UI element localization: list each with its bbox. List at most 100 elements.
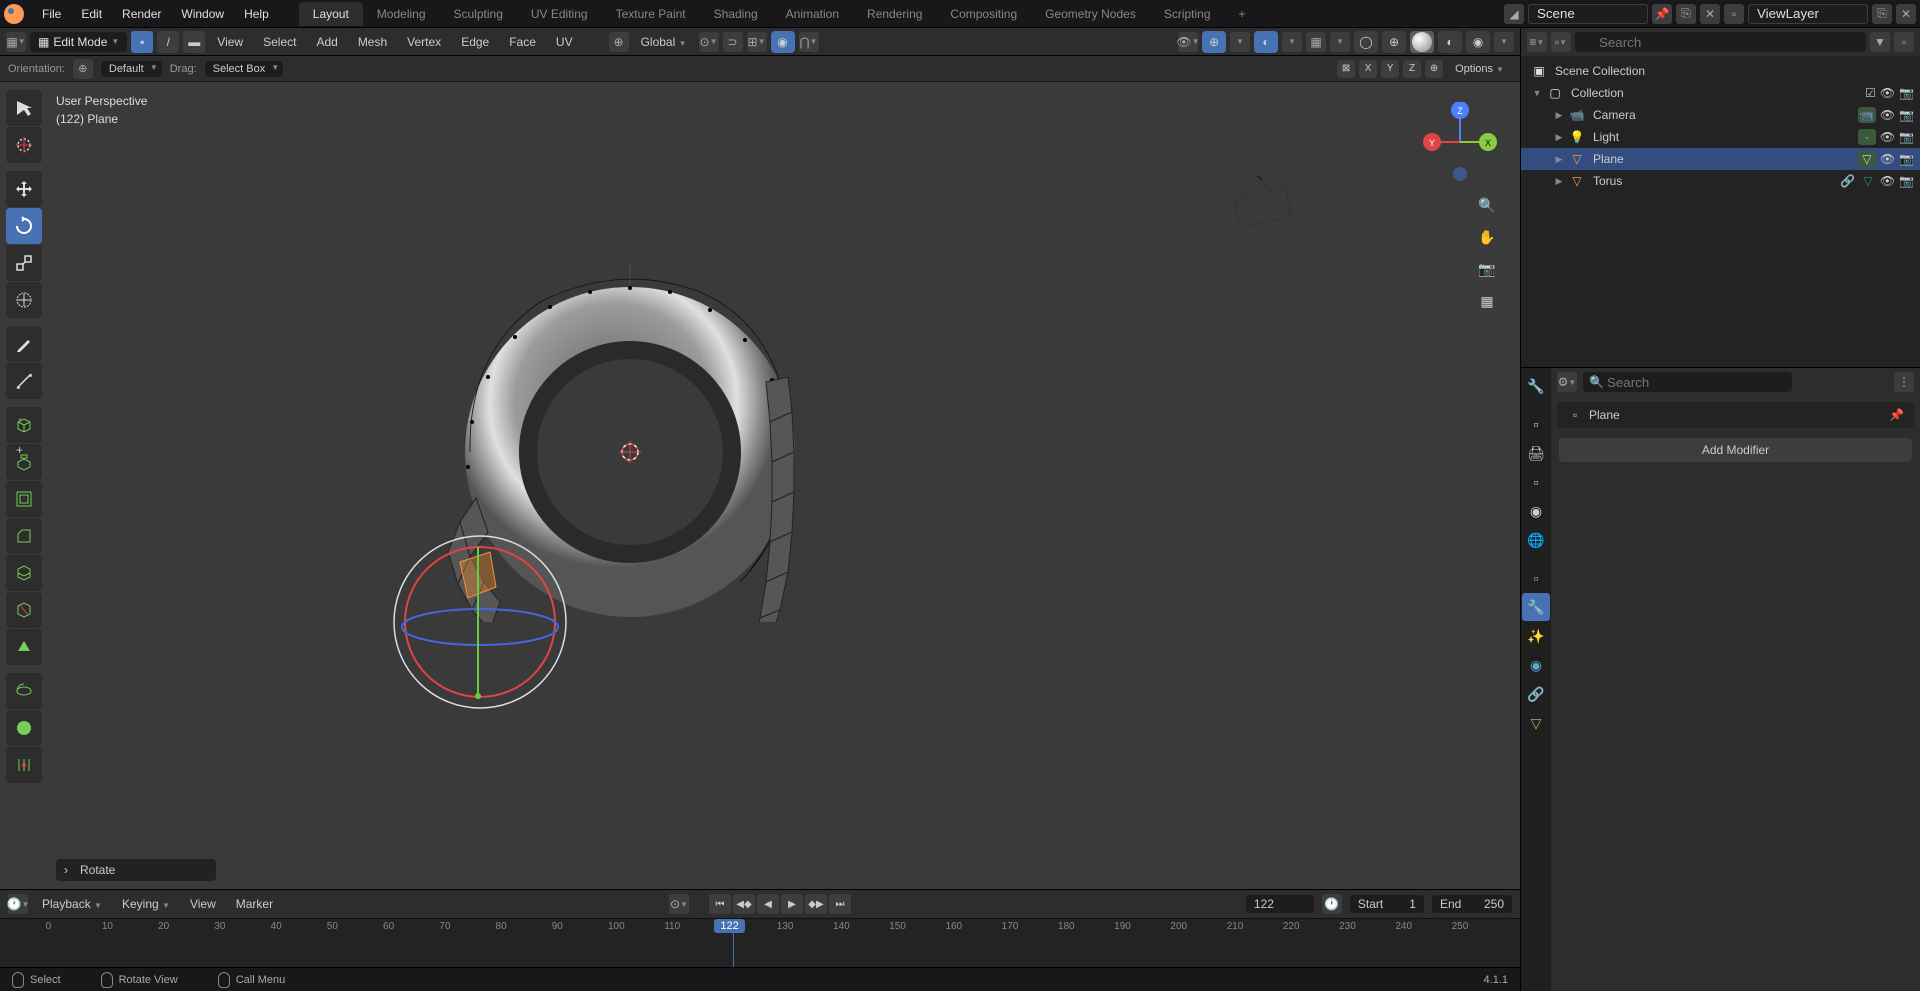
timeline-ruler[interactable]: 122 0 10 20 30 40 50 60 70 80 90 100 110… [0, 918, 1520, 967]
tree-collection[interactable]: ▼ ▢ Collection ☑👁📷 [1521, 82, 1920, 104]
preview-range-icon[interactable]: 🕐 [1322, 894, 1342, 914]
proportional-falloff-icon[interactable]: ⋂▼ [799, 32, 819, 52]
play-reverse-icon[interactable]: ◀ [757, 894, 779, 914]
mode-select[interactable]: ▦ Edit Mode ▼ [30, 32, 127, 52]
tree-item-camera[interactable]: ▶ 📹 Camera 📹 👁📷 [1521, 104, 1920, 126]
render-icon[interactable]: 📷 [1899, 174, 1914, 188]
rendered-shading[interactable]: ◉ [1466, 31, 1490, 53]
keying-menu[interactable]: Keying ▼ [116, 895, 176, 913]
select-box-tool[interactable] [6, 90, 42, 126]
edge-menu[interactable]: Edge [453, 32, 497, 52]
shading-dropdown[interactable]: ▼ [1494, 32, 1514, 52]
annotate-tool[interactable] [6, 326, 42, 362]
viewport-3d[interactable]: User Perspective (122) Plane + [0, 82, 1520, 889]
mirror-z[interactable]: Z [1403, 60, 1421, 78]
perspective-toggle-icon[interactable]: ▦ [1474, 288, 1500, 314]
face-select-mode[interactable]: ▬ [183, 31, 205, 53]
gizmo-dropdown[interactable]: ▼ [1230, 32, 1250, 52]
wireframe-shading[interactable]: ◯ [1354, 31, 1378, 53]
pivot-point-icon[interactable]: ⊙▼ [699, 32, 719, 52]
viewlayer-name-input[interactable] [1748, 4, 1868, 24]
scene-delete-icon[interactable]: ✕ [1700, 4, 1720, 24]
snap-icon[interactable]: ⊃ [723, 32, 743, 52]
keyframe-next-icon[interactable]: ◆▶ [805, 894, 827, 914]
mirror-y[interactable]: Y [1381, 60, 1399, 78]
overlay-dropdown[interactable]: ▼ [1282, 32, 1302, 52]
measure-tool[interactable] [6, 363, 42, 399]
poly-build-tool[interactable] [6, 629, 42, 665]
workspace-tab-geometry-nodes[interactable]: Geometry Nodes [1031, 2, 1150, 26]
snap-target-icon[interactable]: ⊞▼ [747, 32, 767, 52]
play-icon[interactable]: ▶ [781, 894, 803, 914]
render-icon[interactable]: 📷 [1899, 108, 1914, 122]
keyframe-prev-icon[interactable]: ◀◆ [733, 894, 755, 914]
ptab-world[interactable]: 🌐 [1522, 526, 1550, 554]
outliner-editor-icon[interactable]: ≡▼ [1527, 32, 1547, 52]
transform-orientation[interactable]: Global ▼ [633, 32, 695, 52]
bevel-tool[interactable] [6, 518, 42, 554]
menu-window[interactable]: Window [171, 3, 234, 25]
menu-render[interactable]: Render [112, 3, 171, 25]
edge-select-mode[interactable]: / [157, 31, 179, 53]
pan-icon[interactable]: ✋ [1474, 224, 1500, 250]
jump-end-icon[interactable]: ⏭ [829, 894, 851, 914]
menu-edit[interactable]: Edit [71, 3, 112, 25]
viewlayer-browse-icon[interactable]: ▫ [1724, 4, 1744, 24]
blender-logo-icon[interactable] [4, 4, 24, 24]
workspace-tab-scripting[interactable]: Scripting [1150, 2, 1225, 26]
scale-tool[interactable] [6, 245, 42, 281]
jump-start-icon[interactable]: ⏮ [709, 894, 731, 914]
current-frame-field[interactable]: 122 [1246, 895, 1314, 913]
menu-file[interactable]: File [32, 3, 71, 25]
start-frame-field[interactable]: Start 1 [1350, 895, 1424, 913]
view-menu[interactable]: View [209, 32, 251, 52]
extrude-tool[interactable] [6, 444, 42, 480]
orientation-icon[interactable]: ⊕ [73, 59, 93, 79]
ptab-constraints[interactable]: 🔗 [1522, 680, 1550, 708]
workspace-tab-texture-paint[interactable]: Texture Paint [602, 2, 700, 26]
viewlayer-new-icon[interactable]: ⎘ [1872, 4, 1892, 24]
proportional-edit-toggle[interactable]: ◉ [771, 31, 795, 53]
workspace-tab-modeling[interactable]: Modeling [363, 2, 440, 26]
playback-menu[interactable]: Playback ▼ [36, 895, 108, 913]
last-operation-panel[interactable]: Rotate [56, 859, 216, 881]
ptab-viewlayer[interactable]: ▫ [1522, 468, 1550, 496]
add-cube-tool[interactable]: + [6, 407, 42, 443]
eye-icon[interactable]: 👁 [1880, 174, 1895, 188]
workspace-tab-compositing[interactable]: Compositing [936, 2, 1031, 26]
tree-item-light[interactable]: ▶ 💡 Light · 👁📷 [1521, 126, 1920, 148]
knife-tool[interactable] [6, 592, 42, 628]
properties-editor-icon[interactable]: ⚙▼ [1557, 372, 1577, 392]
ptab-data[interactable]: ▽ [1522, 709, 1550, 737]
options-menu[interactable]: Options ▼ [1447, 60, 1512, 78]
rotate-tool[interactable] [6, 208, 42, 244]
viewlayer-delete-icon[interactable]: ✕ [1896, 4, 1916, 24]
auto-merge-icon[interactable]: ⊕ [1425, 60, 1443, 78]
ptab-particles[interactable]: ✨ [1522, 622, 1550, 650]
outliner-filter-icon[interactable]: ▼ [1870, 32, 1890, 52]
solid-shading-wire[interactable]: ⊕ [1382, 31, 1406, 53]
gizmo-toggle[interactable]: ⊕ [1202, 31, 1226, 53]
orientation-select[interactable]: Default ▼ [101, 61, 162, 77]
mesh-edit-mode-icon[interactable]: 👁▼ [1178, 32, 1198, 52]
render-icon[interactable]: 📷 [1899, 152, 1914, 166]
tree-item-plane[interactable]: ▶ ▽ Plane ▽ 👁📷 [1521, 148, 1920, 170]
drag-select[interactable]: Select Box ▼ [205, 61, 284, 77]
eye-icon[interactable]: 👁 [1880, 86, 1895, 100]
properties-options-icon[interactable]: ⋮ [1894, 372, 1914, 392]
ptab-physics[interactable]: ◉ [1522, 651, 1550, 679]
scene-name-input[interactable] [1528, 4, 1648, 24]
timeline-editor-icon[interactable]: 🕐▼ [8, 894, 28, 914]
scene-browse-icon[interactable]: ◢ [1504, 4, 1524, 24]
scene-new-icon[interactable]: ⎘ [1676, 4, 1696, 24]
render-icon[interactable]: 📷 [1899, 86, 1914, 100]
ptab-render[interactable]: ▫ [1522, 410, 1550, 438]
scene-pin-icon[interactable]: 📌 [1652, 4, 1672, 24]
workspace-tab-animation[interactable]: Animation [772, 2, 853, 26]
ptab-scene[interactable]: ◉ [1522, 497, 1550, 525]
overlay-toggle[interactable]: ◐ [1254, 31, 1278, 53]
smooth-tool[interactable] [6, 710, 42, 746]
uv-menu[interactable]: UV [548, 32, 581, 52]
ptab-object[interactable]: ▫ [1522, 564, 1550, 592]
vertex-menu[interactable]: Vertex [399, 32, 449, 52]
